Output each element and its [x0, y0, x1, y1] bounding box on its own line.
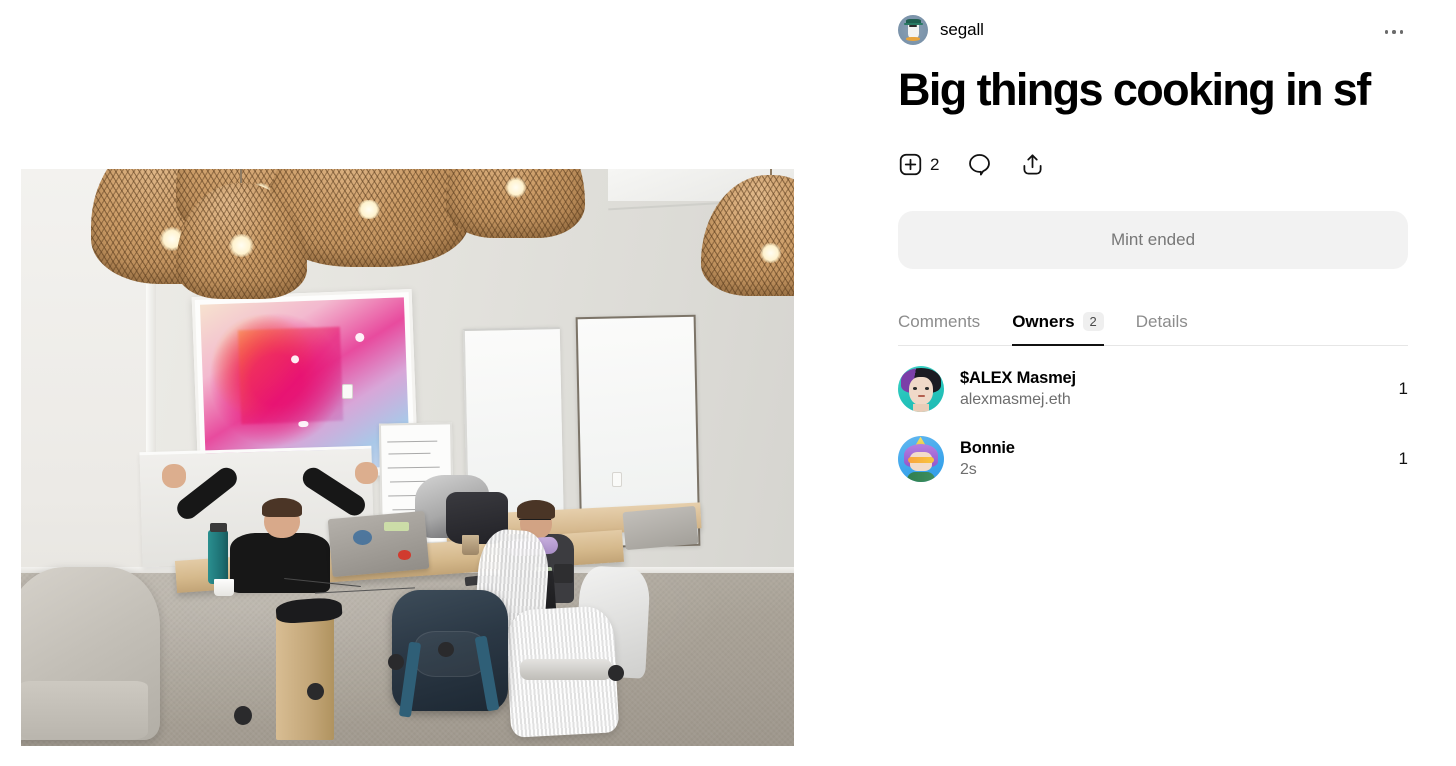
nft-post-page: segall Big things cooking in sf 2 Mint e…	[0, 0, 1456, 766]
gray-armchair	[21, 567, 161, 741]
tab-comments[interactable]: Comments	[898, 312, 980, 345]
page-title: Big things cooking in sf	[898, 64, 1371, 115]
owner-count: 1	[1398, 378, 1408, 398]
pendant-lamp	[446, 169, 586, 239]
owner-timestamp: 2s	[960, 460, 977, 478]
desk-leg	[276, 613, 335, 741]
media-pane	[0, 0, 860, 766]
macbook	[622, 506, 699, 551]
share-upload-icon	[1020, 152, 1045, 177]
owner-handle: alexmasmej.eth	[960, 390, 1071, 408]
bottle-cap	[209, 522, 227, 532]
office-photo-illustration	[21, 169, 794, 746]
detail-pane: segall Big things cooking in sf 2 Mint e…	[898, 0, 1408, 766]
owner-count: 1	[1398, 448, 1408, 468]
list-item[interactable]: $ALEX Masmej alexmasmej.eth 1	[898, 360, 1408, 418]
list-item[interactable]: Bonnie 2s 1	[898, 430, 1408, 488]
tab-label: Details	[1135, 311, 1188, 331]
glare-spot	[297, 421, 309, 428]
person-hair	[517, 500, 556, 519]
dark-mug	[554, 564, 573, 583]
collect-count: 2	[930, 154, 940, 174]
person-celebrating	[229, 532, 331, 594]
person-hand	[354, 462, 379, 485]
author-name[interactable]: segall	[940, 20, 984, 40]
chair-caster	[233, 705, 253, 726]
author-row[interactable]: segall	[898, 0, 1408, 45]
owners-list: $ALEX Masmej alexmasmej.eth 1 Bonnie 2s	[898, 360, 1408, 488]
collect-button[interactable]: 2	[898, 152, 939, 177]
wall-outlet	[612, 471, 623, 487]
laptop-sticker	[353, 529, 372, 545]
eyeglasses	[518, 518, 552, 526]
ellipsis-horizontal-icon[interactable]	[1380, 20, 1408, 44]
mint-ended-button[interactable]: Mint ended	[898, 210, 1408, 269]
owner-info: $ALEX Masmej alexmasmej.eth	[960, 369, 1372, 409]
pendant-lamp	[701, 169, 794, 296]
paper-cup	[214, 578, 235, 596]
tab-label: Comments	[898, 311, 981, 331]
owner-info: Bonnie 2s	[960, 439, 1372, 479]
laptop-sticker	[398, 549, 411, 560]
tab-label: Owners	[1012, 311, 1075, 331]
chair-armrest	[519, 659, 613, 681]
person-hand	[161, 464, 187, 488]
comment-button[interactable]	[967, 152, 992, 177]
water-bottle	[208, 529, 229, 585]
tab-bar: Comments Owners 2 Details	[898, 302, 1408, 346]
laptop-sticker	[384, 522, 410, 532]
owner-name: Bonnie	[960, 438, 1015, 457]
avatar[interactable]	[898, 365, 944, 412]
tab-badge: 2	[1082, 311, 1104, 332]
plus-square-icon	[898, 152, 923, 177]
owner-name: $ALEX Masmej	[960, 368, 1076, 387]
laptop-with-stickers	[327, 511, 430, 577]
share-button[interactable]	[1020, 152, 1045, 177]
pendant-lamp	[175, 169, 307, 299]
person-hair	[262, 497, 303, 518]
chair-caster	[438, 642, 454, 658]
comment-bubble-icon	[967, 152, 992, 177]
chair-caster	[307, 682, 324, 700]
light-switch	[341, 383, 354, 399]
tab-owners[interactable]: Owners 2	[1012, 311, 1104, 346]
action-bar: 2	[898, 148, 1408, 182]
avatar[interactable]	[898, 14, 928, 45]
post-image[interactable]	[21, 169, 794, 746]
chair-caster	[388, 653, 404, 670]
avatar[interactable]	[898, 435, 944, 482]
coffee-cup	[461, 535, 479, 555]
tab-details[interactable]: Details	[1136, 312, 1188, 345]
